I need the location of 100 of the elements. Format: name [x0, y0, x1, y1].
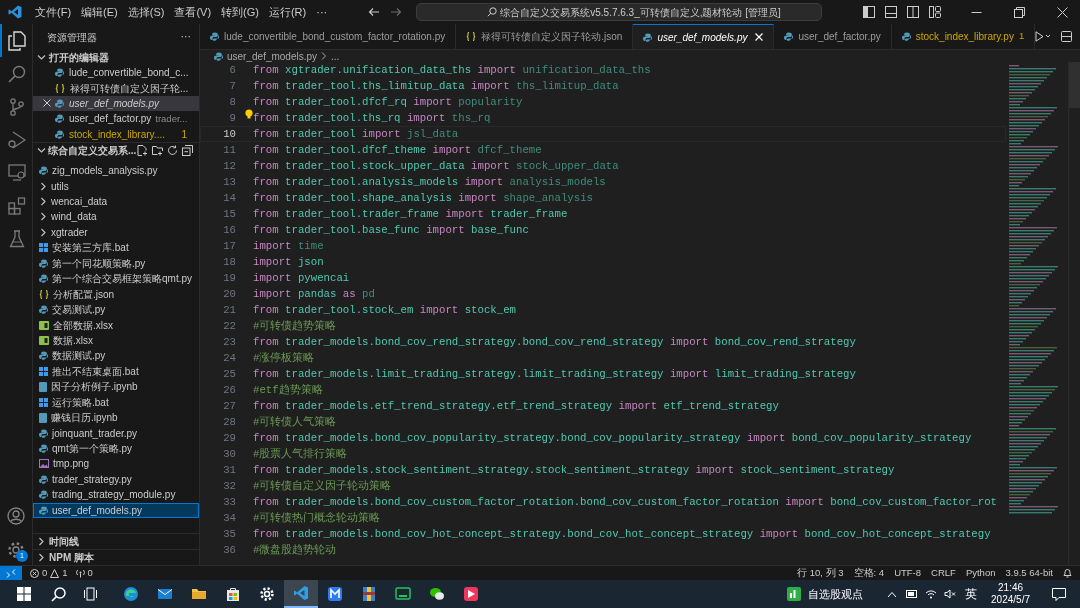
- battery-icon[interactable]: [906, 590, 919, 598]
- file-tree-item[interactable]: trading_strategy_module.py: [33, 487, 199, 503]
- breadcrumb-item[interactable]: ...: [331, 48, 340, 64]
- file-tree-item[interactable]: wind_data: [33, 209, 199, 225]
- close-icon[interactable]: [1057, 6, 1068, 18]
- task-view-icon[interactable]: [84, 587, 98, 601]
- menu-item[interactable]: 转到(G): [216, 3, 264, 21]
- new-folder-icon[interactable]: [152, 144, 163, 156]
- run-icon[interactable]: [1035, 31, 1052, 42]
- status-item[interactable]: Python: [965, 565, 996, 581]
- line-number: 28: [222, 415, 236, 430]
- menu-item[interactable]: 编辑(E): [76, 3, 123, 21]
- files-icon[interactable]: [8, 30, 26, 51]
- status-item[interactable]: CRLF: [931, 565, 956, 581]
- ports-button[interactable]: 0: [75, 565, 93, 581]
- section-header[interactable]: 综合自定义交易系...: [37, 142, 137, 158]
- branch-icon[interactable]: [9, 97, 25, 116]
- file-tree-item[interactable]: trader_strategy.py: [33, 471, 199, 488]
- file-type-icon: [901, 32, 911, 41]
- editor-tab[interactable]: user_def_models.py: [633, 24, 775, 49]
- clock[interactable]: 21:46 2024/5/7: [991, 582, 1030, 606]
- open-editor-item[interactable]: user_def_factor.py trader...: [33, 111, 199, 127]
- split-editor-icon[interactable]: [1061, 31, 1073, 42]
- menu-item[interactable]: 运行(R): [263, 3, 312, 21]
- layout-icon[interactable]: [929, 6, 941, 18]
- close-icon[interactable]: [43, 99, 51, 108]
- bell-icon[interactable]: [1063, 568, 1072, 578]
- open-editor-item[interactable]: stock_index_library.... 1: [33, 126, 199, 142]
- file-name: tmp.png: [53, 457, 90, 472]
- file-tree-item[interactable]: wencai_data: [33, 193, 199, 210]
- file-tree-item[interactable]: tmp.png: [33, 456, 199, 472]
- code-line: #可转债热门概念轮动策略: [253, 511, 381, 526]
- input-method-indicator[interactable]: 英: [965, 585, 978, 603]
- file-tree-item[interactable]: 交易测试.py: [33, 301, 199, 318]
- line-number: 36: [222, 543, 236, 558]
- file-tree-item[interactable]: 运行策略.bat: [33, 394, 199, 410]
- stock-widget[interactable]: 自选股观点: [787, 585, 864, 603]
- run-debug-icon[interactable]: [8, 130, 26, 149]
- flask-icon[interactable]: [9, 229, 25, 248]
- four-squares-icon: [39, 397, 48, 407]
- status-item[interactable]: 3.9.5 64-bit: [1005, 565, 1053, 581]
- file-tree-item[interactable]: 数据测试.py: [33, 348, 199, 364]
- file-tree-item[interactable]: xgtrader: [33, 224, 199, 241]
- file-tree-item[interactable]: 第一个综合交易框架策略qmt.py: [33, 271, 199, 287]
- settings-icon[interactable]: [7, 541, 25, 559]
- command-center[interactable]: 综合自定义交易系统v5.5.7.6.3_可转债自定义,题材轮动 [管理员]: [416, 3, 822, 21]
- file-tree-item[interactable]: 数据.xlsx: [33, 332, 199, 349]
- menu-item[interactable]: 文件(F): [30, 3, 77, 21]
- status-item[interactable]: UTF-8: [894, 565, 922, 581]
- panel-toggle-icon[interactable]: [885, 6, 897, 18]
- speaker-muted-icon[interactable]: [944, 589, 957, 599]
- file-name: 全部数据.xlsx: [53, 318, 113, 333]
- file-tree-item[interactable]: 分析配置.json: [33, 286, 199, 302]
- extensions-icon[interactable]: [8, 196, 26, 215]
- file-tree-item[interactable]: user_def_models.py: [33, 502, 199, 518]
- more-actions-button[interactable]: ···: [180, 29, 191, 45]
- sidebar-toggle-icon[interactable]: [863, 6, 875, 18]
- restore-icon[interactable]: [1014, 6, 1025, 18]
- problems-button[interactable]: 0 1: [30, 565, 68, 581]
- file-tree-item[interactable]: 因子分析例子.ipynb: [33, 379, 199, 395]
- monitor-icon[interactable]: [8, 164, 26, 181]
- notification-icon[interactable]: [1052, 587, 1066, 601]
- account-icon[interactable]: [7, 507, 25, 525]
- status-item[interactable]: 行 10, 列 3: [797, 565, 844, 581]
- breadcrumb-item[interactable]: user_def_models.py: [227, 48, 318, 64]
- start-icon[interactable]: [17, 587, 31, 601]
- menu-item[interactable]: 查看(V): [169, 3, 217, 21]
- open-editor-item[interactable]: user_def_models.py: [33, 95, 199, 112]
- file-tree-item[interactable]: 安装第三方库.bat: [33, 240, 199, 256]
- split-layout-icon[interactable]: [907, 6, 919, 18]
- code-line: from xgtrader.unification_data_ths import unification_data_ths: [253, 63, 651, 78]
- menu-item[interactable]: 选择(S): [122, 3, 170, 21]
- refresh-icon[interactable]: [167, 144, 178, 156]
- image-icon: [39, 459, 49, 469]
- file-tree-item[interactable]: 推出不结束桌面.bat: [33, 363, 199, 380]
- file-tree-item[interactable]: joinquant_trader.py: [33, 425, 199, 441]
- file-tree-item[interactable]: 赚钱日历.ipynb: [33, 409, 199, 426]
- menu-item[interactable]: ···: [311, 3, 333, 21]
- status-item[interactable]: 空格: 4: [853, 565, 885, 581]
- wifi-icon[interactable]: [925, 589, 938, 599]
- search-icon[interactable]: [51, 586, 66, 602]
- new-file-icon[interactable]: [137, 144, 148, 156]
- file-type-icon: [55, 68, 64, 78]
- section-header[interactable]: 打开的编辑器: [33, 50, 199, 65]
- back-arrow-icon[interactable]: [368, 7, 381, 17]
- tray-chevron-icon[interactable]: [887, 590, 898, 598]
- file-tree-item[interactable]: 全部数据.xlsx: [33, 317, 199, 333]
- section-header[interactable]: 时间线: [33, 533, 199, 549]
- file-tree-item[interactable]: utils: [33, 178, 199, 194]
- code-line: from trader_models.etf_trend_strategy.etf_trend_strategy import etf_trend_strategy: [253, 399, 779, 414]
- lightbulb-icon[interactable]: [245, 109, 253, 119]
- file-tree-item[interactable]: zig_models_analysis.py: [33, 162, 199, 179]
- forward-arrow-icon[interactable]: [390, 7, 403, 17]
- open-editor-item[interactable]: 禄得可转债自定义因子轮...: [33, 80, 199, 96]
- file-tree-item[interactable]: 第一个同花顺策略.py: [33, 255, 199, 271]
- open-editor-item[interactable]: lude_convertible_bond_c...: [33, 65, 199, 81]
- line-number: 23: [222, 335, 236, 350]
- line-number: 22: [222, 319, 236, 334]
- collapse-all-icon[interactable]: [182, 144, 193, 156]
- file-tree-item[interactable]: qmt第一个策略.py: [33, 440, 199, 457]
